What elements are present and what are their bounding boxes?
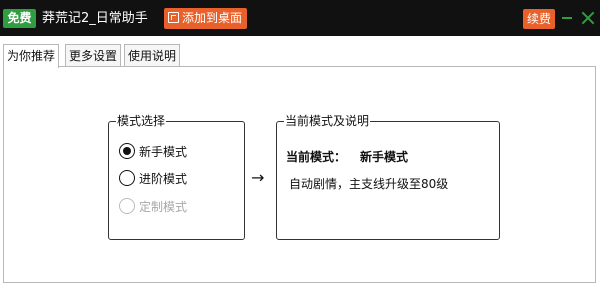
radio-label: 新手模式 <box>139 145 188 159</box>
minimize-icon[interactable] <box>562 17 572 19</box>
tab-instructions[interactable]: 使用说明 <box>124 44 181 66</box>
shortcut-arrow-icon <box>168 12 179 23</box>
current-mode-line: 当前模式： 新手模式 <box>286 148 408 165</box>
radio-checked-icon[interactable] <box>119 143 135 159</box>
add-to-desktop-label: 添加到桌面 <box>182 11 243 25</box>
renew-button[interactable]: 续费 <box>523 9 555 29</box>
tab-recommend[interactable]: 为你推荐 <box>3 44 60 68</box>
radio-label: 进阶模式 <box>139 172 188 186</box>
radio-label: 定制模式 <box>139 200 188 214</box>
current-mode-group: 当前模式及说明 当前模式： 新手模式 自动剧情，主支线升级至80级 <box>276 113 500 240</box>
radio-unchecked-icon[interactable] <box>119 170 135 186</box>
current-mode-title: 当前模式及说明 <box>284 113 371 129</box>
mode-description: 自动剧情，主支线升级至80级 <box>289 177 449 191</box>
tab-panel: 模式选择 新手模式 进阶模式 定制模式 → 当前模式及说明 当前模式： 新手模式 … <box>3 66 596 283</box>
mode-select-group: 模式选择 新手模式 进阶模式 定制模式 <box>108 113 245 240</box>
arrow-right-icon: → <box>251 168 265 187</box>
add-to-desktop-button[interactable]: 添加到桌面 <box>164 8 247 29</box>
radio-disabled-icon <box>119 198 135 214</box>
current-mode-value: 新手模式 <box>360 150 409 164</box>
current-mode-label: 当前模式： <box>286 150 347 164</box>
close-icon[interactable] <box>580 10 596 26</box>
tab-strip: 为你推荐 更多设置 使用说明 <box>3 44 597 68</box>
app-title: 莽荒记2_日常助手 <box>42 11 148 26</box>
tab-more-settings[interactable]: 更多设置 <box>65 44 122 66</box>
free-badge: 免费 <box>3 9 36 28</box>
title-bar: 免费 莽荒记2_日常助手 添加到桌面 续费 <box>0 0 600 36</box>
mode-select-title: 模式选择 <box>116 113 167 129</box>
